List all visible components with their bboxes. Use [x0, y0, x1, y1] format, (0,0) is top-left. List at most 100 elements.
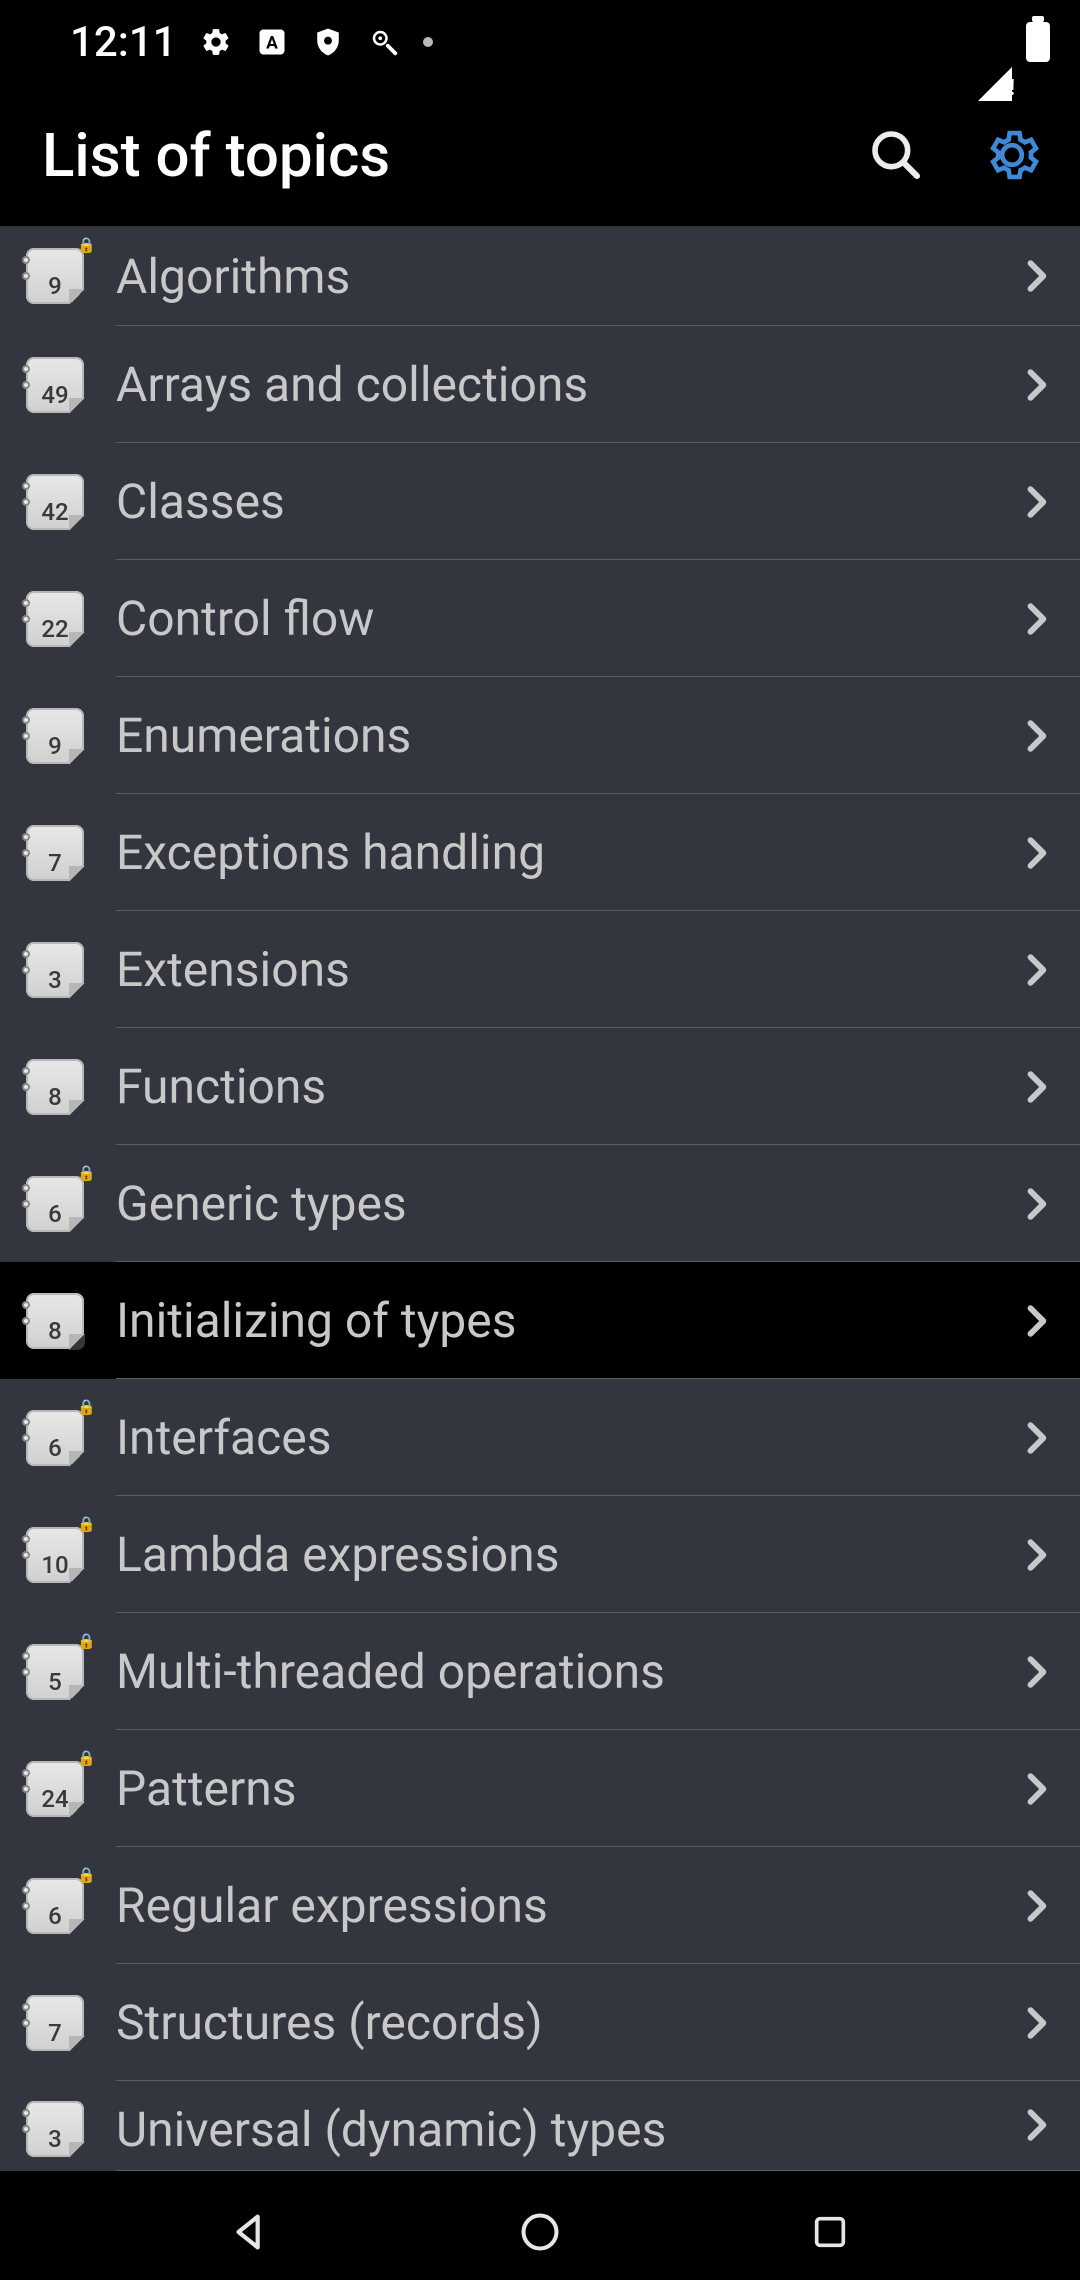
topic-row[interactable]: 3 Universal (dynamic) types [0, 2081, 1080, 2171]
chevron-right-icon [1012, 946, 1060, 994]
notepad-icon: 6🔒 [26, 1176, 84, 1232]
notepad-icon: 8 [26, 1059, 84, 1115]
chevron-right-icon [1012, 1531, 1060, 1579]
topic-count: 3 [48, 2125, 62, 2153]
notepad-icon: 8 [26, 1293, 84, 1349]
topic-label: Functions [116, 1058, 1012, 1115]
chevron-right-icon [1012, 1882, 1060, 1930]
notepad-icon: 3 [26, 2101, 84, 2157]
topic-count: 9 [48, 732, 62, 760]
topic-count: 7 [48, 2019, 62, 2047]
lock-icon: 🔒 [77, 1632, 96, 1650]
nav-recent-button[interactable] [790, 2192, 870, 2272]
topic-count: 42 [41, 498, 68, 526]
topic-count: 22 [41, 615, 68, 643]
topic-row[interactable]: 6🔒Generic types [0, 1145, 1080, 1262]
topic-row[interactable]: 24🔒Patterns [0, 1730, 1080, 1847]
gear-icon [981, 124, 1043, 186]
topic-count: 6 [48, 1200, 62, 1228]
notepad-icon: 6🔒 [26, 1878, 84, 1934]
topic-row[interactable]: 8 Functions [0, 1028, 1080, 1145]
notepad-icon: 7 [26, 1995, 84, 2051]
topic-label: Patterns [116, 1760, 1012, 1817]
topic-count: 24 [41, 1785, 68, 1813]
notepad-icon: 22 [26, 591, 84, 647]
row-divider [116, 2170, 1080, 2172]
topic-label: Initializing of types [116, 1292, 1012, 1349]
topics-list: 9 🔒 Algorithms 49 Arrays and collections 42Cl… [0, 226, 1080, 2171]
topic-label: Generic types [116, 1175, 1012, 1232]
topic-count: 5 [48, 1668, 62, 1696]
status-bar: 12:11 A ! [0, 0, 1080, 84]
topic-count: 8 [48, 1083, 62, 1111]
chevron-right-icon [1012, 361, 1060, 409]
lock-icon: 🔒 [77, 1749, 96, 1767]
topic-row[interactable]: 7Structures (records) [0, 1964, 1080, 2081]
chevron-right-icon [1012, 1414, 1060, 1462]
notepad-icon: 5🔒 [26, 1644, 84, 1700]
topic-count: 6 [48, 1902, 62, 1930]
topic-label: Extensions [116, 941, 1012, 998]
topic-count: 9 [48, 272, 62, 300]
nav-home-button[interactable] [500, 2192, 580, 2272]
lock-icon: 🔒 [77, 1398, 96, 1416]
chevron-right-icon [1012, 1063, 1060, 1111]
topic-row[interactable]: 22 Control flow [0, 560, 1080, 677]
topic-count: 8 [48, 1317, 62, 1345]
chevron-right-icon [1012, 252, 1060, 300]
status-settings-icon [199, 25, 233, 59]
notepad-icon: 10🔒 [26, 1527, 84, 1583]
square-icon [810, 2212, 850, 2252]
status-time: 12:11 [70, 18, 177, 67]
lock-icon: 🔒 [77, 236, 96, 254]
notepad-icon: 3 [26, 942, 84, 998]
chevron-right-icon [1012, 1999, 1060, 2047]
topic-label: Control flow [116, 590, 1012, 647]
topic-row[interactable]: 3 Extensions [0, 911, 1080, 1028]
topic-row[interactable]: 6🔒Regular expressions [0, 1847, 1080, 1964]
lock-icon: 🔒 [77, 1164, 96, 1182]
chevron-right-icon [1012, 478, 1060, 526]
notepad-icon: 24🔒 [26, 1761, 84, 1817]
topic-row[interactable]: 6🔒Interfaces [0, 1379, 1080, 1496]
notepad-icon: 49 [26, 357, 84, 413]
lock-icon: 🔒 [77, 1866, 96, 1884]
topic-row[interactable]: 9Enumerations [0, 677, 1080, 794]
chevron-right-icon [1012, 829, 1060, 877]
topic-label: Multi-threaded operations [116, 1643, 1012, 1700]
status-battery-icon [1026, 22, 1050, 62]
topic-label: Algorithms [116, 248, 1012, 305]
circle-icon [518, 2210, 562, 2254]
topic-label: Interfaces [116, 1409, 1012, 1466]
topic-row[interactable]: 7 Exceptions handling [0, 794, 1080, 911]
svg-text:A: A [266, 33, 278, 53]
chevron-right-icon [1012, 595, 1060, 643]
topic-row[interactable]: 10🔒 Lambda expressions [0, 1496, 1080, 1613]
nav-back-button[interactable] [210, 2192, 290, 2272]
topic-row[interactable]: 8 Initializing of types [0, 1262, 1080, 1379]
search-icon [868, 127, 924, 183]
chevron-right-icon [1012, 1180, 1060, 1228]
chevron-right-icon [1012, 1648, 1060, 1696]
topic-label: Regular expressions [116, 1877, 1012, 1934]
topic-row[interactable]: 5🔒Multi-threaded operations [0, 1613, 1080, 1730]
status-signal-icon: ! [978, 18, 1012, 67]
topic-count: 10 [41, 1551, 68, 1579]
topic-label: Arrays and collections [116, 356, 1012, 413]
status-a-box-icon: A [255, 25, 289, 59]
topic-label: Universal (dynamic) types [116, 2101, 1012, 2158]
settings-button[interactable] [964, 107, 1060, 203]
topic-row[interactable]: 9 🔒 Algorithms [0, 226, 1080, 326]
topic-label: Exceptions handling [116, 824, 1012, 881]
chevron-right-icon [1012, 712, 1060, 760]
topic-row[interactable]: 49 Arrays and collections [0, 326, 1080, 443]
topic-row[interactable]: 42Classes [0, 443, 1080, 560]
search-button[interactable] [848, 107, 944, 203]
system-nav-bar [0, 2171, 1080, 2280]
chevron-right-icon [1012, 1297, 1060, 1345]
topic-count: 7 [48, 849, 62, 877]
status-gear-wrench-icon [367, 25, 401, 59]
status-shield-icon [311, 25, 345, 59]
topic-label: Lambda expressions [116, 1526, 1012, 1583]
status-dot-icon [423, 37, 433, 47]
